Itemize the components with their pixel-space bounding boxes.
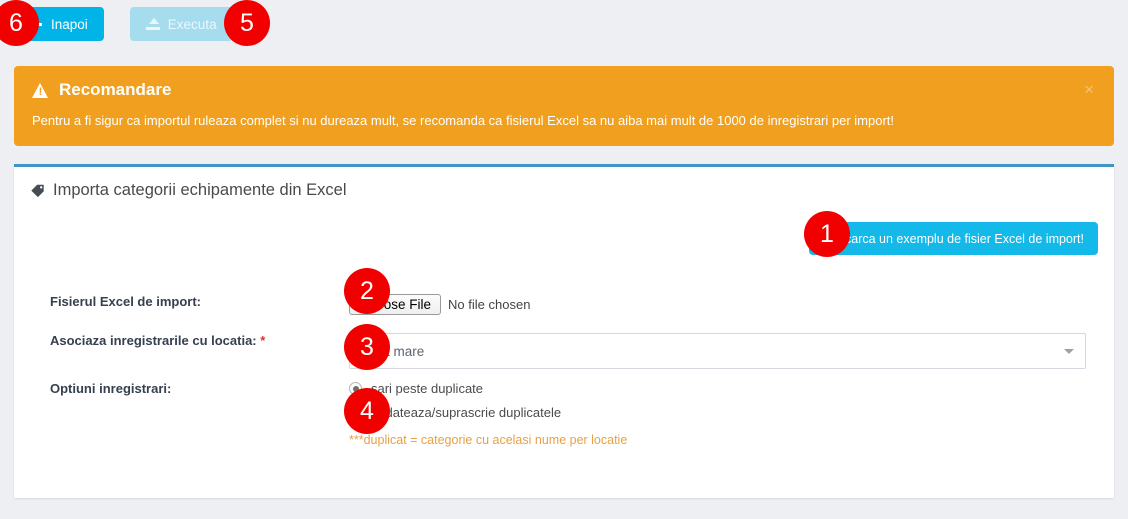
file-input-control: Choose File No file chosen — [349, 294, 1114, 315]
alert-title: Recomandare — [59, 80, 172, 99]
download-sample-row: Descarca un exemplu de fisier Excel de i… — [808, 222, 1098, 255]
execute-button-label: Executa — [167, 16, 217, 32]
warning-triangle-icon — [32, 82, 49, 98]
location-control: Hala mare — [349, 333, 1114, 369]
radio-skip-duplicates[interactable]: sari peste duplicate — [349, 381, 1086, 396]
alert-message: Pentru a fi sigur ca importul ruleaza co… — [32, 113, 895, 128]
location-label-text: Asociaza inregistrarile cu locatia: — [50, 333, 257, 348]
radio-update-duplicates[interactable]: updateaza/suprascrie duplicatele — [349, 405, 1086, 420]
chevron-down-icon — [1064, 349, 1074, 354]
duplicate-note: ***duplicat = categorie cu acelasi nume … — [349, 433, 628, 447]
step-badge-3: 3 — [344, 324, 390, 370]
execute-button[interactable]: Executa — [129, 7, 233, 41]
page-toolbar: Inapoi Executa — [14, 6, 233, 42]
step-badge-1: 1 — [804, 211, 850, 257]
location-label: Asociaza inregistrarile cu locatia: * — [14, 333, 349, 369]
options-row: Optiuni inregistrari: sari peste duplica… — [14, 381, 1114, 447]
alert-title-row: Recomandare — [32, 80, 1096, 100]
download-sample-button[interactable]: Descarca un exemplu de fisier Excel de i… — [808, 222, 1098, 255]
step-badge-5: 5 — [224, 0, 270, 46]
file-status-text: No file chosen — [448, 297, 531, 312]
back-button-label: Inapoi — [51, 16, 88, 32]
recommendation-alert: Recomandare Pentru a fi sigur ca importu… — [14, 66, 1114, 147]
file-input-row: Fisierul Excel de import: Choose File No… — [14, 294, 1114, 315]
page-title: Importa categorii echipamente din Excel — [53, 181, 347, 199]
radio-update-duplicates-label: updateaza/suprascrie duplicatele — [371, 405, 562, 420]
card-header: Importa categorii echipamente din Excel — [14, 167, 1114, 200]
options-label: Optiuni inregistrari: — [50, 381, 172, 396]
required-asterisk: * — [260, 333, 266, 348]
radio-skip-duplicates-label: sari peste duplicate — [371, 381, 484, 396]
location-row: Asociaza inregistrarile cu locatia: * Ha… — [14, 333, 1114, 369]
options-control: sari peste duplicate updateaza/suprascri… — [349, 381, 1114, 447]
step-badge-4: 4 — [344, 388, 390, 434]
file-input[interactable]: Choose File No file chosen — [349, 294, 1086, 315]
import-card: Importa categorii echipamente din Excel … — [14, 164, 1114, 498]
close-icon[interactable]: × — [1078, 80, 1100, 99]
step-badge-2: 2 — [344, 268, 390, 314]
upload-icon — [145, 17, 160, 31]
tag-icon — [30, 183, 45, 198]
location-select[interactable]: Hala mare — [349, 333, 1086, 369]
file-input-label: Fisierul Excel de import: — [50, 294, 201, 309]
